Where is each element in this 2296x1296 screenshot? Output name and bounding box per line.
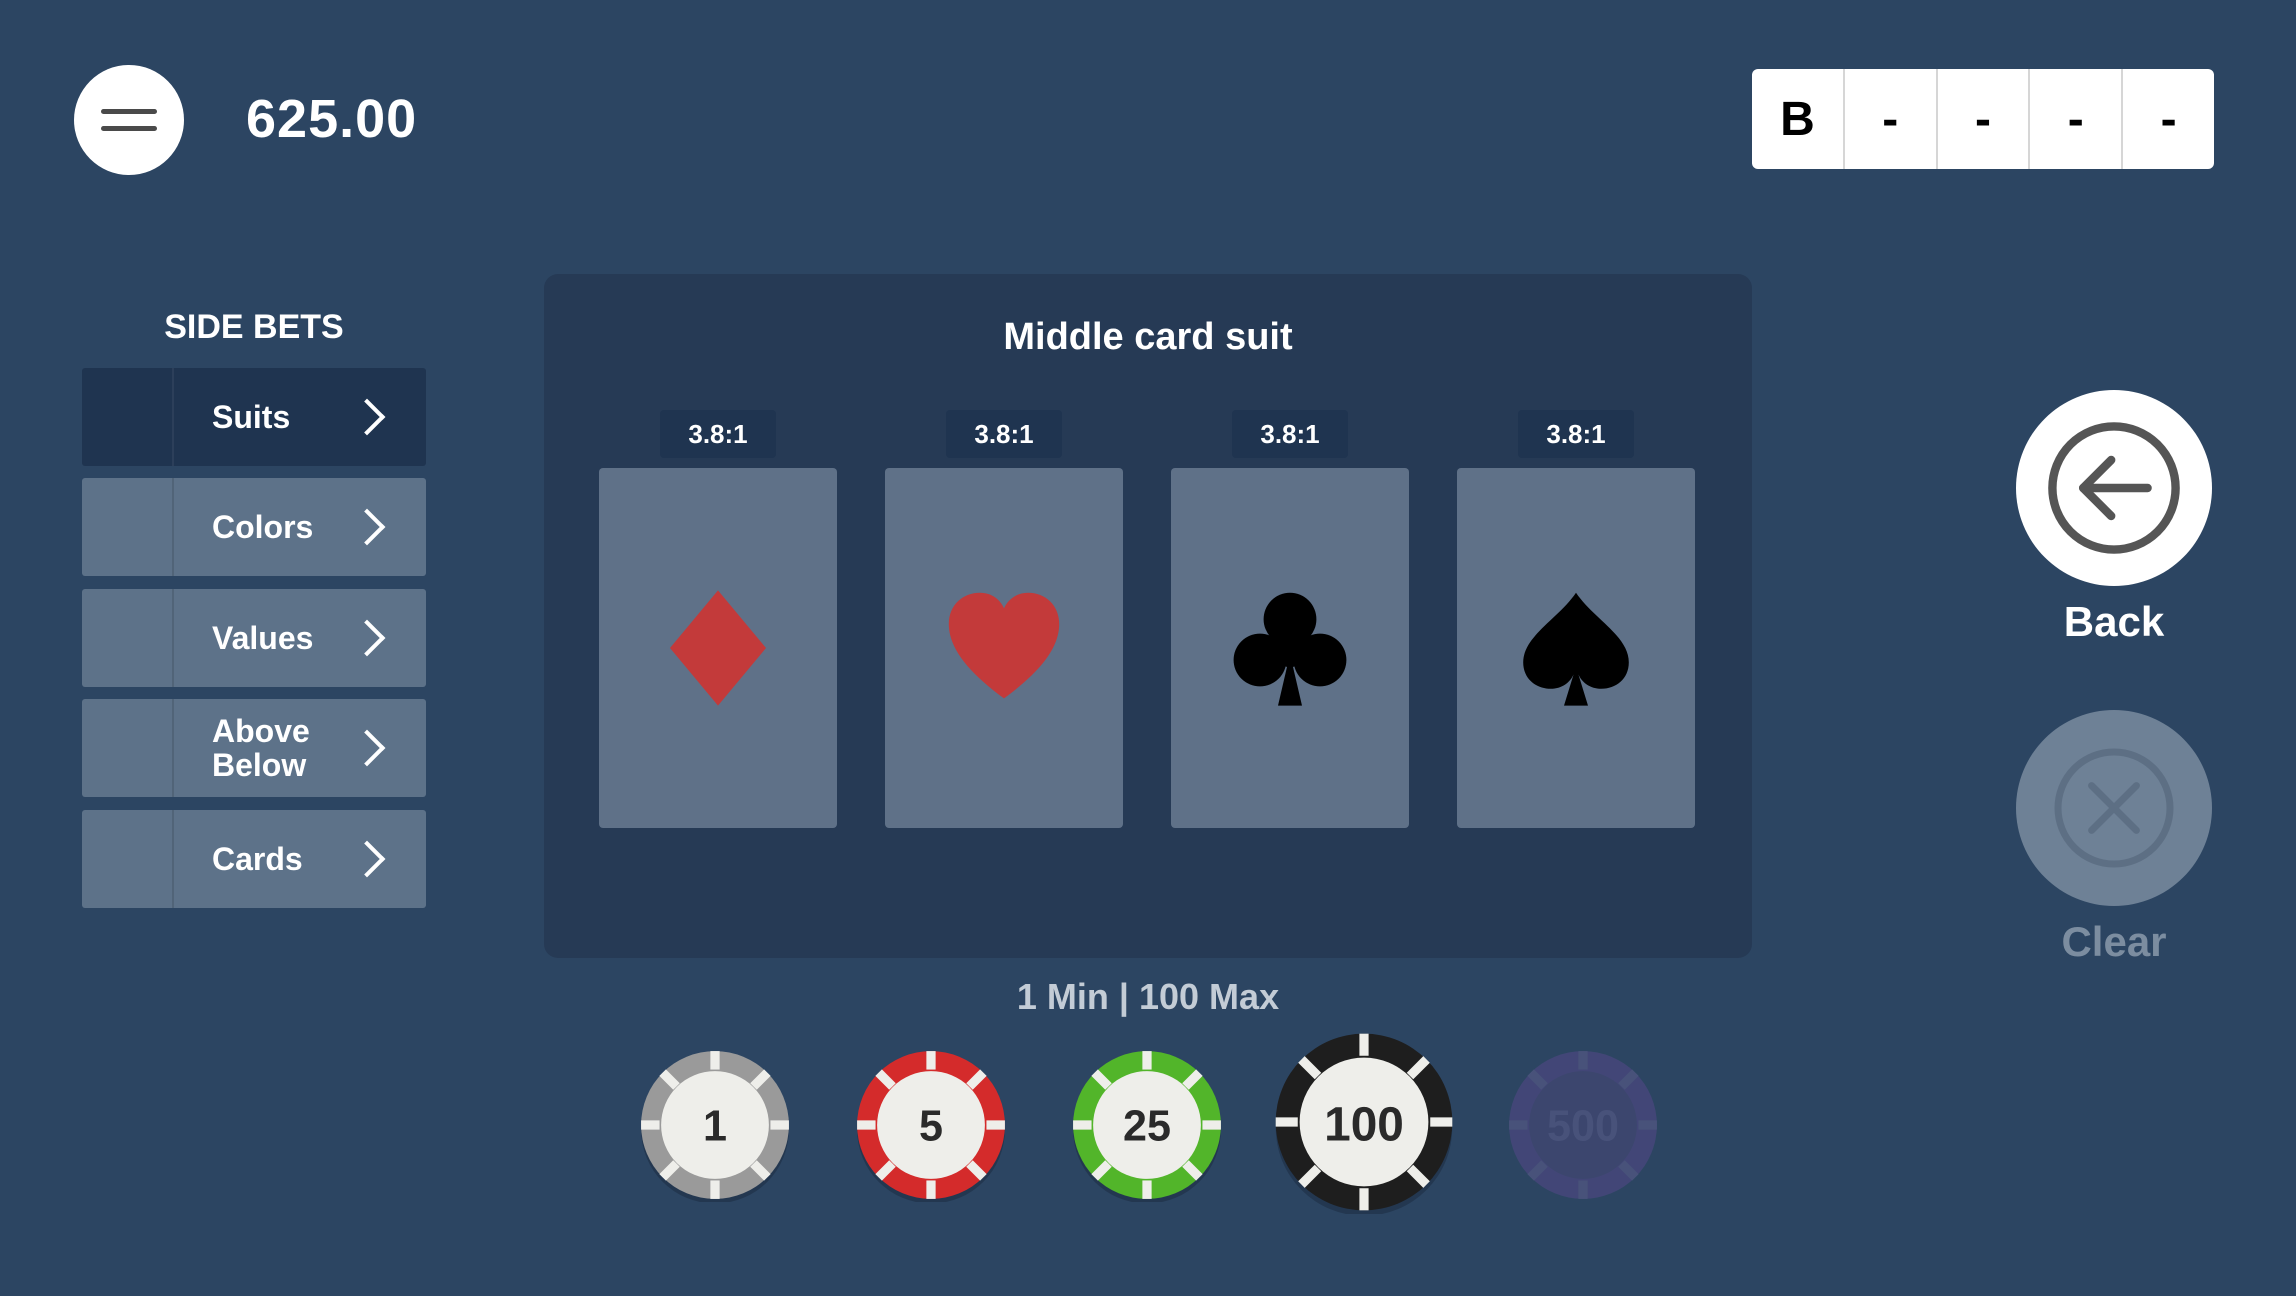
clear-label: Clear [2061, 918, 2167, 965]
history-cell: B [1780, 92, 1815, 146]
chip-value: 500 [1547, 1102, 1619, 1150]
menu-icon [101, 109, 157, 114]
chip-value: 25 [1123, 1102, 1171, 1150]
menu-button[interactable] [74, 65, 184, 175]
clear-button[interactable] [2016, 710, 2212, 906]
side-bet-label: Suits [212, 399, 291, 435]
chip-500: 500 [1506, 1048, 1660, 1202]
club-icon [1233, 592, 1347, 706]
side-bet-label: Cards [212, 841, 303, 877]
diamond-icon [670, 590, 766, 706]
spade-icon [1523, 592, 1629, 706]
side-bet-label: Values [212, 620, 314, 656]
chip-value: 100 [1324, 1098, 1404, 1151]
chevron-right-icon [348, 619, 386, 657]
history-cell: - [1935, 69, 2029, 169]
chevron-right-icon [348, 508, 386, 546]
chip-5[interactable]: 5 [854, 1048, 1008, 1202]
suit-card-club[interactable] [1171, 468, 1409, 828]
side-bet-colors[interactable]: Colors [82, 478, 426, 576]
side-bet-label: Colors [212, 509, 314, 545]
suit-card-heart[interactable] [885, 468, 1123, 828]
result-history: B - - - - [1752, 69, 2214, 169]
history-cell: - [2028, 69, 2121, 169]
chip-value: 5 [919, 1102, 943, 1150]
side-bet-cards[interactable]: Cards [82, 810, 426, 908]
odds-label: 3.8:1 [1518, 410, 1634, 458]
suit-card-spade[interactable] [1457, 468, 1695, 828]
chip-1[interactable]: 1 [638, 1048, 792, 1202]
chevron-right-icon [348, 840, 386, 878]
history-cell: - [2121, 69, 2214, 169]
back-button[interactable] [2016, 390, 2212, 586]
balance: 625.00 [246, 89, 418, 149]
chip-100[interactable]: 100 [1272, 1030, 1456, 1214]
side-bet-values[interactable]: Values [82, 589, 426, 687]
odds-label: 3.8:1 [1232, 410, 1348, 458]
heart-icon [948, 592, 1060, 699]
chevron-right-icon [348, 398, 386, 436]
side-bet-above-below[interactable]: Above Below [82, 699, 426, 797]
arrow-left-icon [2048, 422, 2180, 554]
history-cell: - [1842, 69, 1936, 169]
side-bets-title: SIDE BETS [164, 308, 344, 346]
odds-label: 3.8:1 [946, 410, 1062, 458]
chevron-right-icon [348, 729, 386, 767]
suit-card-diamond[interactable] [599, 468, 837, 828]
chip-value: 1 [703, 1102, 727, 1150]
back-label: Back [2063, 598, 2165, 645]
odds-label: 3.8:1 [660, 410, 776, 458]
chip-25[interactable]: 25 [1070, 1048, 1224, 1202]
close-icon [2054, 748, 2174, 868]
side-bet-suits[interactable]: Suits [82, 368, 426, 466]
bet-limits: 1 Min | 100 Max [1016, 976, 1280, 1017]
bet-panel-title: Middle card suit [1003, 316, 1293, 358]
side-bet-label: Above Below [212, 713, 310, 783]
